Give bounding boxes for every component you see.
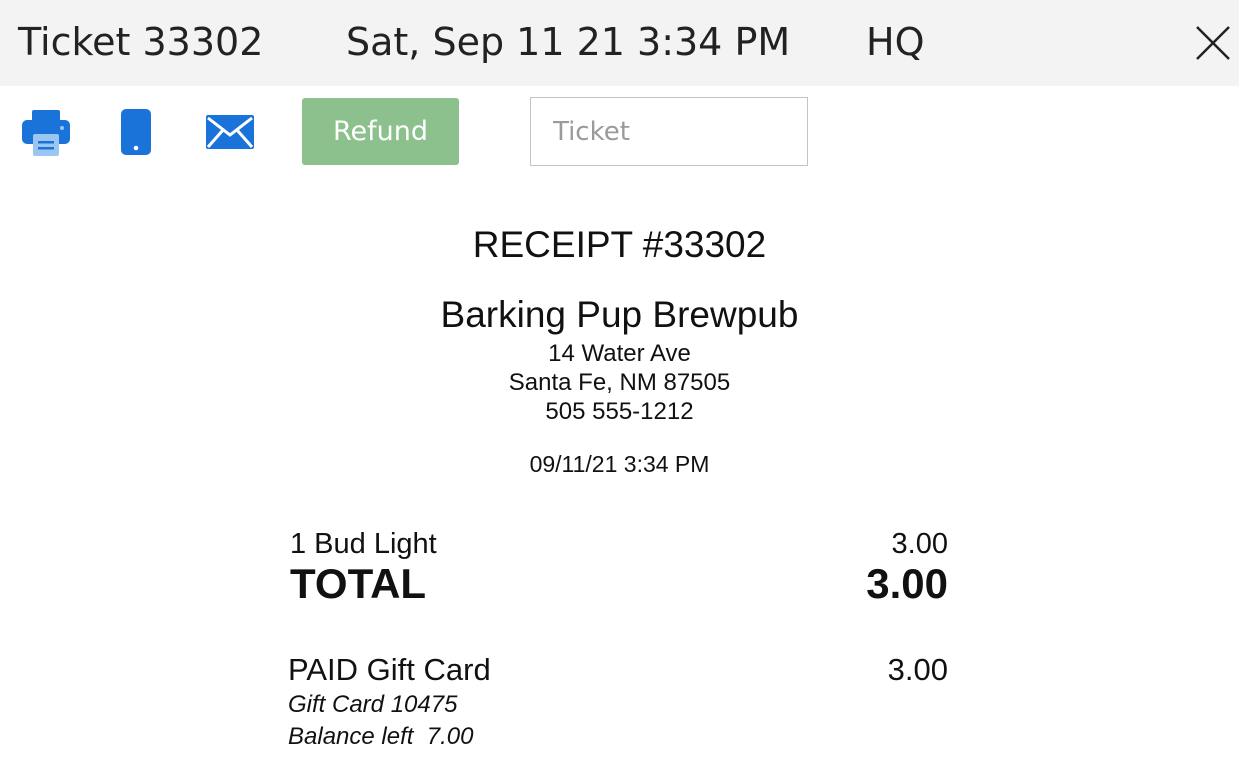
email-receipt-button[interactable] <box>205 114 255 155</box>
printer-icon <box>22 110 70 156</box>
receipt-datetime: 09/11/21 3:34 PM <box>529 451 710 477</box>
text-receipt-button[interactable] <box>120 108 152 161</box>
ticket-datetime: Sat, Sep 11 21 3:34 PM <box>346 20 791 64</box>
ticket-search-input[interactable] <box>530 97 808 166</box>
ticket-location: HQ <box>866 20 925 64</box>
business-address-line2: Santa Fe, NM 87505 <box>508 369 731 396</box>
total-amount: 3.00 <box>866 560 948 607</box>
business-address-line1: 14 Water Ave <box>548 340 691 367</box>
close-button[interactable] <box>1192 22 1234 64</box>
total-label: TOTAL <box>290 560 427 607</box>
line-item-amount: 3.00 <box>891 528 948 560</box>
email-icon <box>206 115 254 149</box>
ticket-header: Ticket 33302 Sat, Sep 11 21 3:34 PM HQ <box>0 0 1239 86</box>
refund-button[interactable]: Refund <box>302 98 459 165</box>
line-item-label: 1 Bud Light <box>290 528 437 560</box>
payment-label: PAID Gift Card <box>288 652 491 687</box>
print-button[interactable] <box>20 108 72 165</box>
ticket-title: Ticket 33302 <box>18 20 264 64</box>
gift-card-balance: Balance left 7.00 <box>288 723 474 750</box>
receipt-title: RECEIPT #33302 <box>472 224 767 265</box>
phone-icon <box>121 109 151 155</box>
business-phone: 505 555-1212 <box>545 398 694 425</box>
gift-card-number: Gift Card 10475 <box>288 691 458 718</box>
close-icon <box>1196 26 1230 60</box>
business-name: Barking Pup Brewpub <box>440 294 799 335</box>
payment-amount: 3.00 <box>887 652 948 687</box>
